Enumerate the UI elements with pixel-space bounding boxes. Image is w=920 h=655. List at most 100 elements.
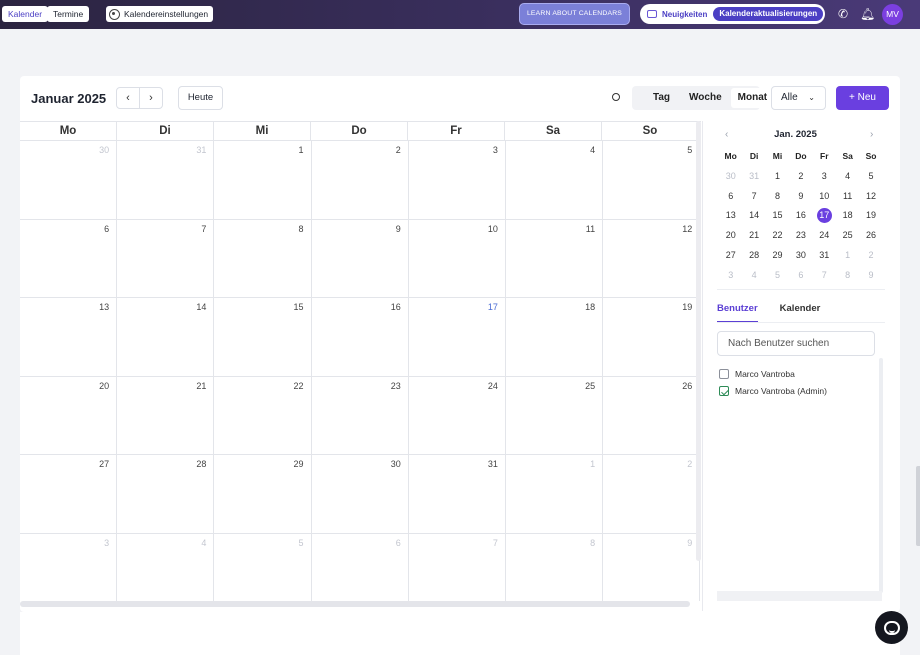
calendar-settings-button[interactable]: Kalendereinstellungen — [106, 6, 214, 22]
phone-icon[interactable]: ✆ — [838, 7, 848, 21]
day-cell[interactable]: 4 — [117, 533, 215, 601]
day-cell[interactable]: 29 — [214, 455, 312, 533]
day-cell[interactable]: 5 — [603, 141, 701, 219]
view-month-button[interactable]: Monat — [730, 88, 775, 108]
chat-widget-button[interactable] — [875, 611, 908, 644]
mini-day[interactable]: 16 — [789, 206, 812, 226]
day-cell[interactable]: 3 — [20, 533, 118, 601]
mini-day[interactable]: 3 — [719, 266, 742, 286]
mini-day[interactable]: 8 — [766, 187, 789, 207]
mini-day[interactable]: 13 — [719, 206, 742, 226]
day-cell[interactable]: 30 — [20, 141, 118, 219]
mini-day[interactable]: 29 — [766, 246, 789, 266]
mini-day[interactable]: 5 — [859, 167, 882, 187]
mini-day[interactable]: 21 — [742, 226, 765, 246]
mini-day[interactable]: 19 — [859, 206, 882, 226]
day-cell[interactable]: 30 — [312, 455, 409, 533]
day-cell[interactable]: 16 — [312, 298, 409, 376]
mini-day[interactable]: 11 — [836, 187, 859, 207]
day-cell[interactable]: 27 — [20, 455, 118, 533]
mini-day[interactable]: 23 — [789, 226, 812, 246]
mini-day[interactable]: 20 — [719, 226, 742, 246]
mini-day[interactable]: 8 — [836, 266, 859, 286]
filter-select[interactable]: Alle ⌄ — [771, 86, 826, 110]
day-cell[interactable]: 23 — [312, 376, 409, 454]
day-cell[interactable]: 24 — [409, 376, 506, 454]
user-checkbox[interactable] — [719, 369, 729, 379]
user-item[interactable]: Marco Vantroba (Admin) — [719, 384, 827, 398]
mini-day[interactable]: 17 — [813, 206, 836, 226]
mini-day[interactable]: 30 — [789, 246, 812, 266]
day-cell[interactable]: 2 — [312, 141, 409, 219]
mini-day[interactable]: 24 — [813, 226, 836, 246]
view-day-button[interactable]: Tag — [646, 88, 677, 108]
avatar[interactable]: MV — [882, 4, 903, 25]
mini-day[interactable]: 4 — [836, 167, 859, 187]
mini-day[interactable]: 2 — [789, 167, 812, 187]
day-cell[interactable]: 17 — [409, 298, 506, 376]
prev-month-button[interactable]: ‹ — [117, 88, 139, 108]
day-cell[interactable]: 1 — [506, 455, 604, 533]
day-cell[interactable]: 20 — [20, 376, 118, 454]
mini-day[interactable]: 30 — [719, 167, 742, 187]
day-cell[interactable]: 1 — [214, 141, 312, 219]
mini-day[interactable]: 18 — [836, 206, 859, 226]
day-cell[interactable]: 8 — [506, 533, 604, 601]
user-search-input[interactable] — [717, 331, 875, 356]
mini-day[interactable]: 22 — [766, 226, 789, 246]
day-cell[interactable]: 12 — [603, 219, 701, 297]
new-button[interactable]: + Neu — [836, 86, 889, 110]
mini-day[interactable]: 2 — [859, 246, 882, 266]
day-cell[interactable]: 3 — [409, 141, 506, 219]
day-cell[interactable]: 25 — [506, 376, 604, 454]
mini-day[interactable]: 25 — [836, 226, 859, 246]
mini-day[interactable]: 7 — [813, 266, 836, 286]
mini-day[interactable]: 27 — [719, 246, 742, 266]
day-cell[interactable]: 10 — [409, 219, 506, 297]
mini-day[interactable]: 9 — [789, 187, 812, 207]
mini-day[interactable]: 9 — [859, 266, 882, 286]
day-cell[interactable]: 7 — [117, 219, 215, 297]
learn-about-calendars-button[interactable]: LEARN ABOUT CALENDARS — [519, 3, 630, 25]
day-cell[interactable]: 31 — [409, 455, 506, 533]
mini-day[interactable]: 31 — [742, 167, 765, 187]
today-button[interactable]: Heute — [178, 86, 223, 110]
day-cell[interactable]: 15 — [214, 298, 312, 376]
grid-vertical-scrollbar[interactable] — [696, 121, 701, 561]
mini-day[interactable]: 26 — [859, 226, 882, 246]
mini-day[interactable]: 1 — [766, 167, 789, 187]
day-cell[interactable]: 8 — [214, 219, 312, 297]
mini-day[interactable]: 6 — [789, 266, 812, 286]
mini-day[interactable]: 15 — [766, 206, 789, 226]
day-cell[interactable]: 31 — [117, 141, 215, 219]
day-cell[interactable]: 2 — [603, 455, 701, 533]
next-month-button[interactable]: › — [139, 88, 162, 108]
view-week-button[interactable]: Woche — [682, 88, 729, 108]
mini-day[interactable]: 4 — [742, 266, 765, 286]
day-cell[interactable]: 9 — [312, 219, 409, 297]
mini-day[interactable]: 7 — [742, 187, 765, 207]
mini-day[interactable]: 5 — [766, 266, 789, 286]
user-item[interactable]: Marco Vantroba — [719, 367, 795, 381]
tab-kalender[interactable]: Kalender — [2, 6, 49, 22]
user-checkbox[interactable] — [719, 386, 729, 396]
day-cell[interactable]: 18 — [506, 298, 604, 376]
mini-day[interactable]: 10 — [813, 187, 836, 207]
day-cell[interactable]: 13 — [20, 298, 118, 376]
mini-day[interactable]: 12 — [859, 187, 882, 207]
day-cell[interactable]: 26 — [603, 376, 701, 454]
day-cell[interactable]: 6 — [312, 533, 409, 601]
mini-day[interactable]: 6 — [719, 187, 742, 207]
news-pill[interactable]: Neuigkeiten Kalenderaktualisierungen — [640, 4, 825, 24]
day-cell[interactable]: 21 — [117, 376, 215, 454]
day-cell[interactable]: 19 — [603, 298, 701, 376]
sun-icon[interactable] — [610, 91, 622, 103]
day-cell[interactable]: 22 — [214, 376, 312, 454]
day-cell[interactable]: 5 — [214, 533, 312, 601]
mini-day[interactable]: 28 — [742, 246, 765, 266]
side-panel-handle[interactable] — [916, 466, 920, 546]
day-cell[interactable]: 9 — [603, 533, 701, 601]
day-cell[interactable]: 7 — [409, 533, 506, 601]
sidebar-scrollbar[interactable] — [879, 358, 883, 593]
mini-day[interactable]: 3 — [813, 167, 836, 187]
